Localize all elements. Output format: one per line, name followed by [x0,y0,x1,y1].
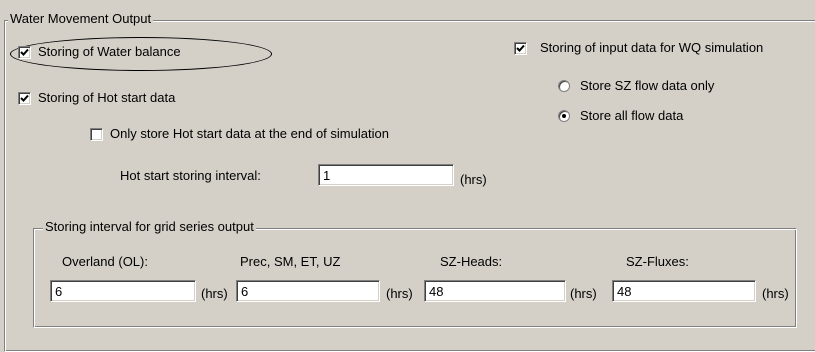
overland-unit: (hrs) [201,286,228,301]
checkmark-icon [20,48,29,56]
water-balance-checkbox[interactable] [18,46,31,59]
wq-input-checkbox[interactable] [514,42,527,55]
sz-heads-unit: (hrs) [570,286,597,301]
hot-start-label: Storing of Hot start data [38,90,176,105]
checkmark-icon [516,44,525,52]
sz-fluxes-input[interactable] [612,280,756,302]
overland-input[interactable] [50,280,196,302]
hot-start-interval-input[interactable] [318,164,454,186]
grid-series-group [33,228,797,328]
sz-heads-input[interactable] [424,280,566,302]
store-sz-flow-label: Store SZ flow data only [580,78,715,93]
water-balance-label: Storing of Water balance [38,44,181,59]
radio-dot-icon [562,114,566,118]
sz-fluxes-label: SZ-Fluxes: [626,254,689,269]
checkmark-icon [20,94,29,102]
store-all-flow-label: Store all flow data [580,108,684,123]
prec-unit: (hrs) [386,286,413,301]
store-sz-flow-radio[interactable] [558,80,570,92]
water-movement-output-title: Water Movement Output [8,11,154,26]
hot-start-end-only-checkbox[interactable] [90,128,103,141]
hot-start-checkbox[interactable] [18,92,31,105]
sz-fluxes-unit: (hrs) [762,286,789,301]
prec-input[interactable] [236,280,380,302]
prec-label: Prec, SM, ET, UZ [240,254,341,269]
hot-start-end-only-label: Only store Hot start data at the end of … [110,126,389,141]
sz-heads-label: SZ-Heads: [440,254,503,269]
overland-label: Overland (OL): [62,254,148,269]
hot-start-interval-unit: (hrs) [460,172,487,187]
grid-series-title: Storing interval for grid series output [43,219,256,234]
store-all-flow-radio[interactable] [558,110,570,122]
wq-input-label: Storing of input data for WQ simulation [540,40,764,55]
hot-start-interval-label: Hot start storing interval: [120,168,261,183]
